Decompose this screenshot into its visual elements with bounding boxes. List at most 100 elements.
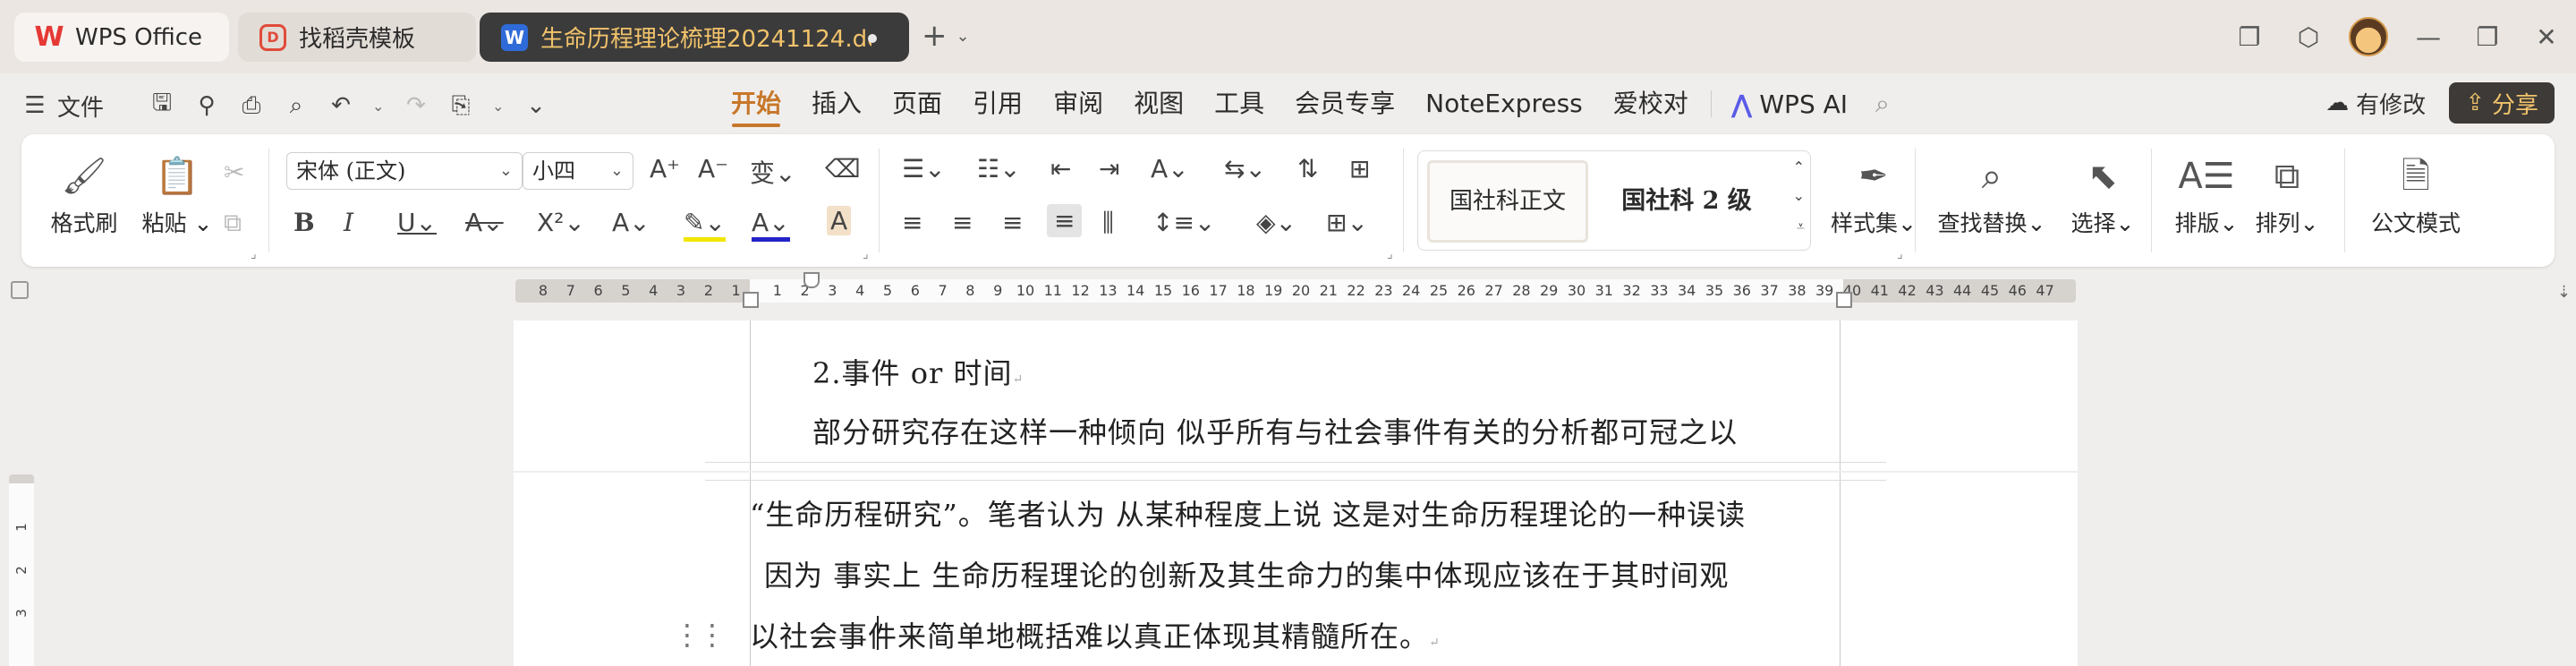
- undo-icon[interactable]: ↶: [327, 92, 354, 119]
- document-page[interactable]: “生命历程研究”。笔者认为 从某种程度上说 这是对生命历程理论的一种误读 因为 …: [514, 473, 2078, 666]
- search-icon[interactable]: ⌕: [1860, 82, 1905, 125]
- tab-member[interactable]: 会员专享: [1279, 82, 1410, 125]
- swap-icon[interactable]: ⇆⌄: [1224, 154, 1266, 184]
- tab-proofread[interactable]: 爱校对: [1598, 82, 1704, 125]
- tab-noteexpress[interactable]: NoteExpress: [1410, 82, 1598, 125]
- bullet-list-icon[interactable]: ☰⌄: [902, 154, 946, 184]
- styles-set-button[interactable]: ✒ 样式集⌄: [1829, 154, 1918, 238]
- styles-dialog-icon[interactable]: ⌟: [1897, 247, 1903, 261]
- distributed-icon[interactable]: ⫼: [1102, 208, 1114, 238]
- window-switch-icon[interactable]: ❐: [2220, 22, 2279, 52]
- maximize-icon[interactable]: ❐: [2458, 22, 2517, 52]
- cut-icon[interactable]: ✂: [224, 158, 244, 187]
- align-left-icon[interactable]: ≡: [902, 208, 922, 237]
- tab-document[interactable]: W 生命历程理论梳理20241124.doc: [480, 13, 909, 62]
- tab-tools[interactable]: 工具: [1199, 82, 1279, 125]
- horizontal-ruler[interactable]: 8 7 6 5 4 3 2 1 1 2 3 4 5 6 7 8 9 10 11 12 13 14 15 16 17 18 19 20 2…: [515, 272, 2076, 308]
- font-size-select[interactable]: 小四 ⌄: [523, 152, 633, 190]
- redo-icon[interactable]: ↷: [403, 92, 429, 119]
- avatar[interactable]: [2349, 17, 2388, 56]
- link-icon[interactable]: ⚲: [193, 92, 220, 119]
- drag-handle-icon[interactable]: ⋮⋮: [673, 618, 727, 652]
- bold-icon[interactable]: B: [293, 208, 315, 237]
- line-spacing-icon[interactable]: ↕≡⌄: [1152, 208, 1215, 237]
- paragraph-line[interactable]: 以社会事件来简单地概括难以真正体现其精髓所在。↵: [750, 614, 1441, 655]
- briefcase-icon[interactable]: ⎘: [447, 92, 474, 120]
- clear-format-icon[interactable]: ⌫: [825, 154, 861, 184]
- style-normal[interactable]: 国社科正文: [1427, 160, 1588, 243]
- modify-status-button[interactable]: ☁ 有修改: [2325, 87, 2426, 120]
- unsaved-dot-icon[interactable]: [868, 34, 877, 43]
- copy-icon[interactable]: ⧉: [224, 208, 242, 238]
- find-replace-button[interactable]: ⌕ 查找替换⌄: [1936, 154, 2047, 238]
- heading-line[interactable]: 2.事件 or 时间↵: [812, 351, 1024, 392]
- paragraph-line[interactable]: “生命历程研究”。笔者认为 从某种程度上说 这是对生命历程理论的一种误读: [750, 492, 1746, 534]
- numbered-list-icon[interactable]: ☷⌄: [977, 154, 1021, 184]
- paragraph-line[interactable]: 部分研究存在这样一种倾向 似乎所有与社会事件有关的分析都可冠之以: [812, 410, 1738, 451]
- wps-ai-button[interactable]: ⋀ WPS AI: [1719, 82, 1860, 125]
- phonetic-guide-icon[interactable]: 变⌄: [750, 154, 795, 190]
- hamburger-icon[interactable]: ☰: [21, 92, 48, 119]
- layout-button[interactable]: A☰ 排版⌄: [2172, 154, 2240, 238]
- right-indent-marker[interactable]: [1836, 292, 1852, 308]
- cube-icon[interactable]: ⬡: [2279, 22, 2338, 52]
- chevron-down-icon[interactable]: ⌄: [372, 98, 385, 115]
- shrink-font-icon[interactable]: A⁻: [698, 154, 728, 184]
- tab-insert[interactable]: 插入: [796, 82, 877, 125]
- show-marks-icon[interactable]: ⊞: [1349, 154, 1370, 184]
- expand-gallery-icon[interactable]: ⩡: [1797, 218, 1805, 235]
- sort-icon[interactable]: ⇅: [1297, 154, 1318, 184]
- file-menu[interactable]: 文件: [57, 90, 104, 123]
- arrange-button[interactable]: ⧉ 排列⌄: [2253, 154, 2321, 238]
- save-icon[interactable]: 🖫: [149, 86, 175, 125]
- format-painter-button[interactable]: 🖌 格式刷: [48, 154, 120, 238]
- align-right-icon[interactable]: ≡: [1002, 208, 1023, 237]
- underline-icon[interactable]: U⌄: [397, 208, 437, 237]
- chevron-down-icon[interactable]: ⌄: [492, 98, 505, 115]
- paragraph-dialog-icon[interactable]: ⌟: [1387, 247, 1393, 261]
- first-line-indent-marker[interactable]: [803, 272, 820, 288]
- style-heading-2[interactable]: 国社科 2 级: [1606, 160, 1767, 243]
- chevron-up-icon[interactable]: ⌃: [1793, 158, 1805, 175]
- grow-font-icon[interactable]: A⁺: [650, 154, 680, 184]
- paragraph-line[interactable]: 因为 事实上 生命历程理论的创新及其生命力的集中体现应该在于其时间观: [764, 553, 1729, 594]
- ruler-toggle-icon[interactable]: ⇣: [2557, 283, 2571, 302]
- official-mode-button[interactable]: 🗎 公文模式: [2360, 154, 2471, 238]
- close-icon[interactable]: ✕: [2517, 22, 2576, 52]
- font-dialog-icon[interactable]: ⌟: [863, 247, 869, 261]
- font-color-icon[interactable]: A⌄: [752, 208, 790, 242]
- strikethrough-icon[interactable]: A⌄: [465, 208, 504, 237]
- paste-button[interactable]: 📋 粘贴 ⌄: [141, 154, 213, 238]
- text-effect-icon[interactable]: A⌄: [612, 208, 650, 237]
- left-indent-marker[interactable]: [743, 292, 759, 308]
- font-name-select[interactable]: 宋体 (正文) ⌄: [286, 152, 523, 190]
- align-center-icon[interactable]: ≡: [952, 208, 973, 237]
- tab-home[interactable]: 开始: [716, 82, 796, 127]
- increase-indent-icon[interactable]: ⇥: [1099, 154, 1119, 184]
- minimize-icon[interactable]: —: [2399, 22, 2458, 52]
- clipboard-dialog-icon[interactable]: ⌟: [251, 247, 257, 261]
- chevron-down-icon[interactable]: ⌄: [1793, 187, 1805, 204]
- share-button[interactable]: ⇪ 分享: [2449, 82, 2555, 124]
- more-icon[interactable]: ⌄: [523, 92, 549, 119]
- justify-icon[interactable]: ≡: [1047, 204, 1083, 237]
- print-preview-icon[interactable]: ⌕: [283, 92, 310, 120]
- superscript-icon[interactable]: X²⌄: [537, 208, 585, 237]
- tab-docer-templates[interactable]: D 找稻壳模板: [238, 13, 476, 62]
- text-direction-icon[interactable]: A⌄: [1151, 154, 1189, 184]
- print-icon[interactable]: ⎙: [238, 92, 265, 120]
- highlight-icon[interactable]: ✎⌄: [684, 208, 726, 242]
- chevron-down-icon[interactable]: ⌄: [956, 27, 970, 46]
- italic-icon[interactable]: I: [344, 208, 353, 237]
- tab-stop-selector[interactable]: [11, 281, 29, 299]
- select-button[interactable]: ⬉ 选择⌄: [2065, 154, 2140, 238]
- tab-wps-office[interactable]: W WPS Office: [14, 13, 229, 62]
- tab-page[interactable]: 页面: [877, 82, 957, 125]
- new-tab-button[interactable]: + ⌄: [922, 18, 970, 54]
- tab-references[interactable]: 引用: [957, 82, 1038, 125]
- shading-icon[interactable]: ◈⌄: [1256, 208, 1297, 237]
- vertical-ruler[interactable]: 1 2 3: [9, 474, 34, 666]
- borders-icon[interactable]: ⊞⌄: [1326, 208, 1368, 237]
- decrease-indent-icon[interactable]: ⇤: [1050, 154, 1071, 184]
- tab-review[interactable]: 审阅: [1038, 82, 1118, 125]
